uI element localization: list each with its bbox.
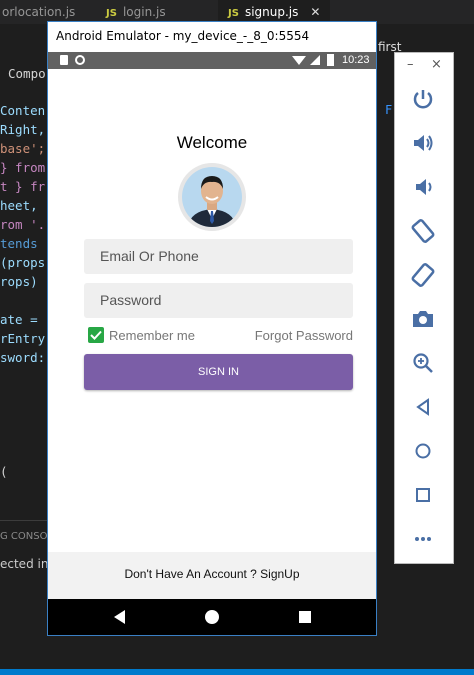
remember-me-checkbox[interactable] bbox=[88, 327, 104, 343]
code-line: tends bbox=[0, 236, 38, 251]
code-line: Compo bbox=[8, 66, 46, 81]
sign-in-button[interactable]: SIGN IN bbox=[84, 354, 353, 390]
android-nav-bar bbox=[48, 599, 376, 635]
code-line: rEntry bbox=[0, 331, 46, 346]
js-file-icon: JS bbox=[106, 8, 117, 19]
close-tab-icon[interactable]: ✕ bbox=[310, 5, 320, 19]
password-input[interactable]: Password bbox=[84, 283, 353, 318]
back-icon[interactable] bbox=[409, 393, 437, 421]
more-icon[interactable] bbox=[409, 525, 437, 553]
emulator-toolbar: – × bbox=[394, 52, 454, 564]
js-file-icon: JS bbox=[228, 8, 239, 19]
status-time: 10:23 bbox=[342, 54, 370, 66]
code-line: ate = bbox=[0, 312, 38, 327]
sync-icon bbox=[75, 55, 85, 65]
code-line: Conten bbox=[0, 103, 46, 118]
code-line: heet, bbox=[0, 198, 38, 213]
volume-down-icon[interactable] bbox=[409, 173, 437, 201]
avatar bbox=[178, 163, 246, 231]
email-input[interactable]: Email Or Phone bbox=[84, 239, 353, 274]
signup-footer-link[interactable]: Don't Have An Account ? SignUp bbox=[48, 552, 376, 599]
code-line: Right, bbox=[0, 122, 46, 137]
emulator-window: Android Emulator - my_device_-_8_0:5554 … bbox=[47, 21, 377, 636]
rotate-right-icon[interactable] bbox=[409, 261, 437, 289]
code-line: sword: bbox=[0, 350, 46, 365]
app-screen: Welcome Email Or Phone Password Remember… bbox=[48, 69, 376, 599]
panel-divider bbox=[0, 520, 50, 521]
home-icon[interactable] bbox=[409, 437, 437, 465]
forgot-password-link[interactable]: Forgot Password bbox=[255, 328, 353, 343]
code-line: t } fr bbox=[0, 179, 46, 194]
code-line: (props bbox=[0, 255, 46, 270]
code-line: rom '. bbox=[0, 217, 46, 232]
camera-icon[interactable] bbox=[409, 305, 437, 333]
panel-tab-debug-console[interactable]: G CONSO bbox=[0, 531, 47, 542]
nav-recents-icon[interactable] bbox=[299, 611, 311, 623]
nav-back-icon[interactable] bbox=[114, 610, 125, 624]
power-icon[interactable] bbox=[409, 85, 437, 113]
emulator-title: Android Emulator - my_device_-_8_0:5554 bbox=[48, 22, 376, 52]
code-fragment-right: F bbox=[385, 103, 393, 117]
volume-up-icon[interactable] bbox=[409, 129, 437, 157]
wifi-icon bbox=[292, 56, 306, 65]
code-line: base'; bbox=[0, 141, 46, 156]
close-icon[interactable]: × bbox=[431, 57, 442, 72]
rotate-left-icon[interactable] bbox=[409, 217, 437, 245]
signal-icon bbox=[310, 55, 320, 65]
remember-me-label[interactable]: Remember me bbox=[109, 328, 195, 343]
overview-icon[interactable] bbox=[409, 481, 437, 509]
status-bar bbox=[0, 669, 474, 675]
battery-icon bbox=[327, 54, 334, 66]
sd-card-icon bbox=[60, 55, 68, 65]
code-line: rops) bbox=[0, 274, 38, 289]
code-line: } from bbox=[0, 160, 46, 175]
minimize-icon[interactable]: – bbox=[407, 57, 414, 72]
zoom-icon[interactable] bbox=[409, 349, 437, 377]
phone-status-bar: 10:23 bbox=[48, 52, 376, 69]
code-line: ( bbox=[0, 464, 8, 479]
profile-photo bbox=[182, 167, 242, 227]
checkmark-icon bbox=[90, 330, 102, 340]
welcome-heading: Welcome bbox=[176, 133, 248, 152]
nav-home-icon[interactable] bbox=[205, 610, 219, 624]
panel-output-text: ected in bbox=[0, 557, 49, 571]
